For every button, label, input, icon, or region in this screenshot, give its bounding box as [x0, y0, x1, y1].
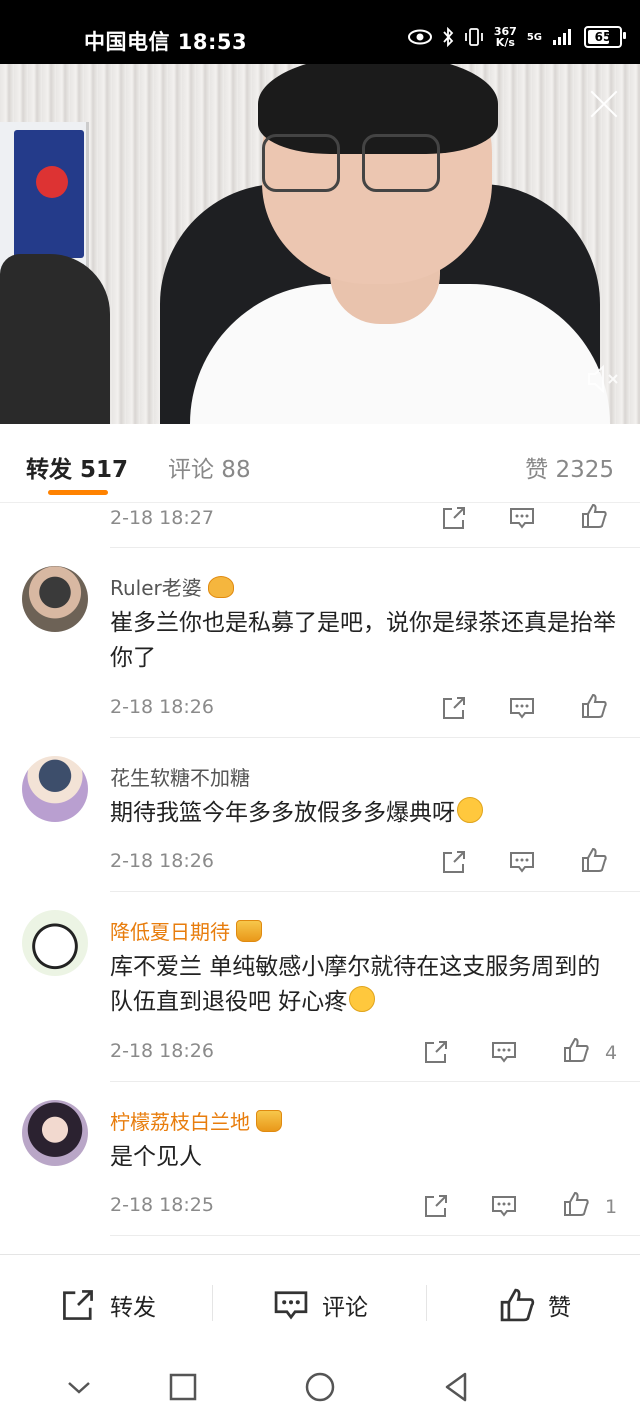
crown-badge-icon: [236, 919, 262, 942]
comment-time: 2-18 18:25: [110, 1194, 214, 1216]
row-divider: [110, 1235, 640, 1236]
avatar[interactable]: [22, 566, 88, 632]
home-icon[interactable]: [303, 1370, 337, 1404]
comment-list[interactable]: 2-18 18:27 Ruler老婆 崔多兰你也是私募了是吧，说你是绿茶还真是抬…: [0, 502, 640, 1254]
comment-time: 2-18 18:26: [110, 1040, 214, 1062]
repost-button[interactable]: 转发: [58, 1283, 156, 1327]
list-item: 2-18 18:27: [0, 502, 640, 548]
bottom-separator: [212, 1285, 213, 1321]
tab-like[interactable]: 赞 2325: [525, 450, 614, 484]
author-name: 花生软糖不加糖: [110, 766, 250, 790]
eye-icon: [407, 29, 432, 45]
like-label: 赞: [548, 1295, 571, 1321]
repost-label: 转发: [110, 1295, 156, 1321]
comment-author[interactable]: 降低夏日期待: [110, 916, 262, 945]
close-icon[interactable]: [586, 86, 622, 122]
system-nav-bar: [0, 1354, 640, 1422]
signal-icon: [553, 29, 571, 45]
thumbs-up-icon[interactable]: [580, 502, 608, 530]
comment-text-content: 期待我篮今年多多放假多多爆典呀: [110, 800, 455, 826]
author-name: Ruler老婆: [110, 576, 202, 600]
list-item: 花生软糖不加糖 期待我篮今年多多放假多多爆典呀 2-18 18:26: [0, 738, 640, 892]
tab-repost[interactable]: 转发 517: [26, 450, 128, 484]
like-button[interactable]: 赞: [498, 1283, 571, 1327]
video-can: [14, 130, 84, 258]
share-icon: [63, 1290, 93, 1320]
list-item: Ruler老婆 崔多兰你也是私募了是吧，说你是绿茶还真是抬举你了 2-18 18…: [0, 548, 640, 738]
like-count: 1: [605, 1196, 618, 1218]
comment-icon[interactable]: [508, 694, 536, 722]
comment-time: 2-18 18:27: [110, 507, 214, 529]
bottom-action-bar: 转发 评论 赞: [0, 1254, 640, 1355]
comment-label: 评论: [322, 1295, 368, 1321]
author-name: 降低夏日期待: [110, 920, 230, 944]
comment-icon: [274, 1291, 308, 1320]
bottom-separator: [426, 1285, 427, 1321]
comment-author[interactable]: Ruler老婆: [110, 572, 234, 601]
comment-icon[interactable]: [508, 848, 536, 876]
battery-icon: 65: [584, 26, 626, 48]
tongue-emoji-icon: [457, 797, 483, 823]
avatar[interactable]: [22, 1100, 88, 1166]
comment-author[interactable]: 花生软糖不加糖: [110, 762, 250, 791]
mute-icon[interactable]: [586, 364, 620, 394]
video-glasses: [262, 134, 442, 194]
share-icon[interactable]: [440, 848, 468, 876]
vibrate-icon: [464, 28, 483, 46]
thumbs-up-icon[interactable]: [562, 1036, 590, 1064]
avatar[interactable]: [22, 910, 88, 976]
avatar[interactable]: [22, 756, 88, 822]
back-icon[interactable]: [440, 1370, 474, 1404]
sad-emoji-icon: [349, 986, 376, 1012]
thumbs-up-icon[interactable]: [580, 846, 608, 874]
network-speed: 367 K/s: [494, 26, 517, 48]
tab-active-indicator: [48, 490, 108, 495]
crown-badge-icon: [256, 1109, 282, 1132]
comment-icon[interactable]: [508, 504, 536, 532]
speed-unit: K/s: [495, 36, 515, 49]
recent-apps-icon[interactable]: [166, 1370, 200, 1404]
comment-text: 崔多兰你也是私募了是吧，说你是绿茶还真是抬举你了: [110, 610, 616, 671]
thumbs-up-icon[interactable]: [580, 692, 608, 720]
carrier-time: 中国电信 18:53: [84, 30, 248, 54]
tab-bar: 转发 517 评论 88 赞 2325: [0, 424, 640, 503]
thumbs-up-icon: [500, 1288, 535, 1322]
network-type: 5G: [526, 31, 542, 43]
comment-time: 2-18 18:26: [110, 850, 214, 872]
fish-badge-icon: [207, 575, 234, 598]
video-coat: [0, 254, 110, 424]
comment-icon[interactable]: [490, 1038, 518, 1066]
author-name: 柠檬荔枝白兰地: [110, 1110, 250, 1134]
like-count: 4: [605, 1042, 618, 1064]
list-item: 柠檬荔枝白兰地 是个见人 2-18 18:25 1: [0, 1082, 640, 1236]
share-icon[interactable]: [422, 1038, 450, 1066]
share-icon[interactable]: [440, 504, 468, 532]
bluetooth-icon: [443, 27, 454, 47]
comment-text: 库不爱兰 单纯敏感小摩尔就待在这支服务周到的队伍直到退役吧 好心疼: [110, 950, 618, 1020]
comment-text: 期待我篮今年多多放假多多爆典呀: [110, 796, 618, 831]
tab-comment[interactable]: 评论 88: [168, 450, 251, 484]
comment-text: 是个见人: [110, 1144, 202, 1170]
chevron-down-icon[interactable]: [62, 1370, 96, 1404]
thumbs-up-icon[interactable]: [562, 1190, 590, 1218]
comment-icon[interactable]: [490, 1192, 518, 1220]
share-icon[interactable]: [440, 694, 468, 722]
status-icons: 367 K/s 5G 65: [407, 22, 626, 52]
share-icon[interactable]: [422, 1192, 450, 1220]
video-player[interactable]: [0, 64, 640, 424]
comment-time: 2-18 18:26: [110, 696, 214, 718]
list-item: 降低夏日期待 库不爱兰 单纯敏感小摩尔就待在这支服务周到的队伍直到退役吧 好心疼…: [0, 892, 640, 1082]
status-bar: 中国电信 18:53 367 K/s 5G 65: [0, 0, 640, 64]
comment-button[interactable]: 评论: [272, 1283, 368, 1327]
comment-author[interactable]: 柠檬荔枝白兰地: [110, 1106, 282, 1135]
battery-level: 65: [594, 30, 612, 44]
